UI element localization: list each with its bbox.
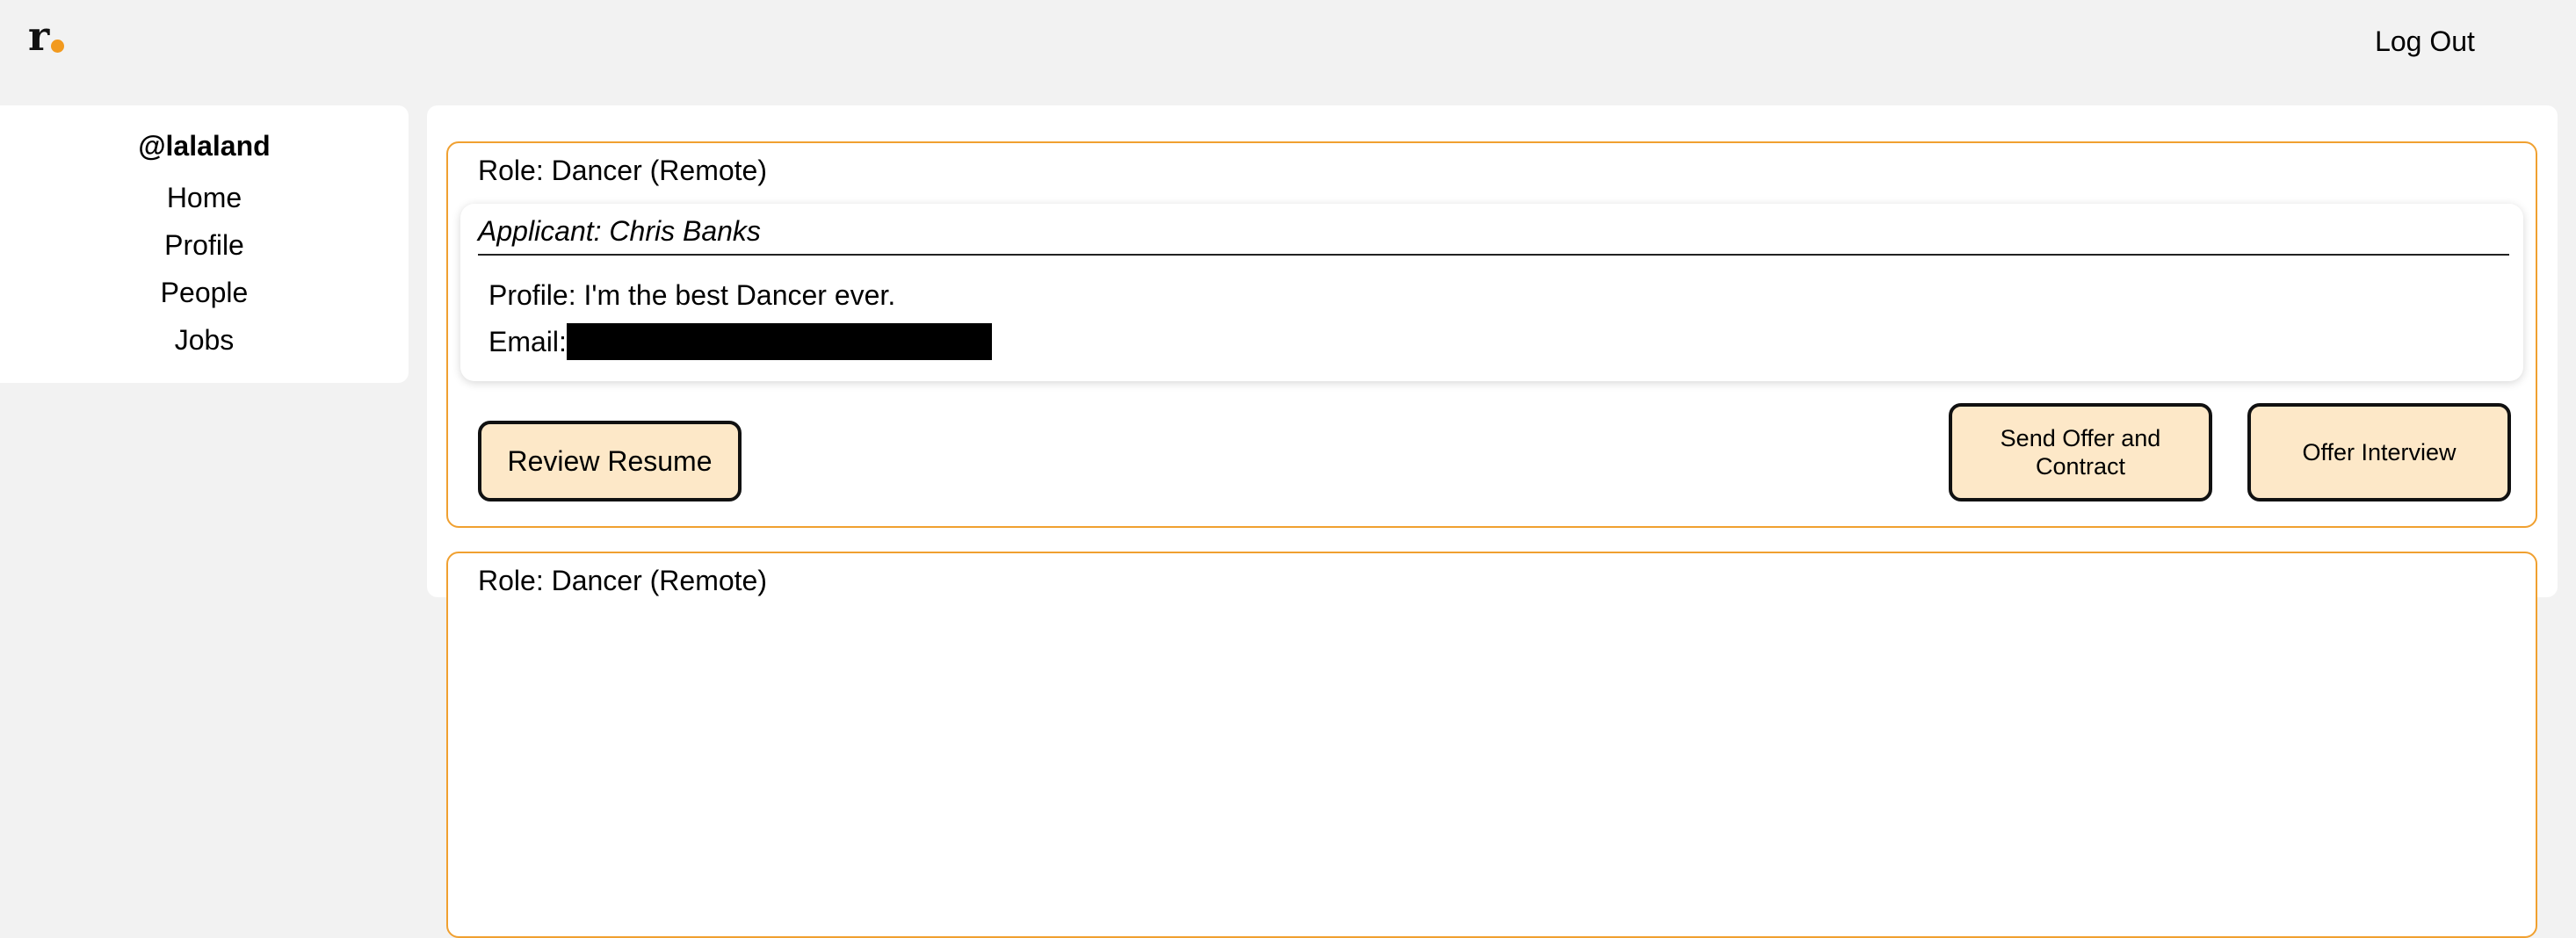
email-label: Email: bbox=[488, 326, 567, 357]
sidebar-item-jobs[interactable]: Jobs bbox=[0, 316, 409, 364]
sidebar-item-home[interactable]: Home bbox=[0, 174, 409, 221]
application-card: Role: Dancer (Remote) Applicant: Chris B… bbox=[446, 141, 2537, 528]
app-logo[interactable]: r bbox=[28, 12, 65, 60]
role-prefix: Role: bbox=[478, 155, 552, 186]
role-title: Role: Dancer (Remote) bbox=[478, 562, 767, 599]
logo-letter: r bbox=[28, 12, 50, 60]
applicant-details: Applicant: Chris Banks Profile: I'm the … bbox=[460, 204, 2523, 381]
logout-button[interactable]: Log Out bbox=[2355, 23, 2495, 60]
sidebar-item-people[interactable]: People bbox=[0, 269, 409, 316]
sidebar-username: @lalaland bbox=[138, 130, 271, 162]
review-resume-button[interactable]: Review Resume bbox=[478, 421, 742, 501]
logo-dot bbox=[51, 40, 65, 53]
applicant-email-row: Email: bbox=[488, 323, 992, 360]
applicant-name: Applicant: Chris Banks bbox=[478, 215, 761, 247]
divider bbox=[478, 254, 2509, 256]
role-name: Dancer bbox=[551, 155, 642, 186]
applications-panel: Role: Dancer (Remote) Applicant: Chris B… bbox=[427, 105, 2558, 938]
applicant-profile: Profile: I'm the best Dancer ever. bbox=[488, 279, 896, 311]
sidebar-item-profile[interactable]: Profile bbox=[0, 221, 409, 269]
email-redacted bbox=[566, 323, 992, 360]
role-location: (Remote) bbox=[649, 565, 767, 596]
offer-interview-button[interactable]: Offer Interview bbox=[2247, 403, 2511, 501]
role-location: (Remote) bbox=[649, 155, 767, 186]
sidebar: @lalaland Home Profile People Jobs bbox=[0, 105, 409, 383]
role-title: Role: Dancer (Remote) bbox=[478, 152, 767, 189]
application-card: Role: Dancer (Remote) bbox=[446, 552, 2537, 938]
role-name: Dancer bbox=[551, 565, 642, 596]
send-offer-button[interactable]: Send Offer and Contract bbox=[1949, 403, 2212, 501]
role-prefix: Role: bbox=[478, 565, 552, 596]
